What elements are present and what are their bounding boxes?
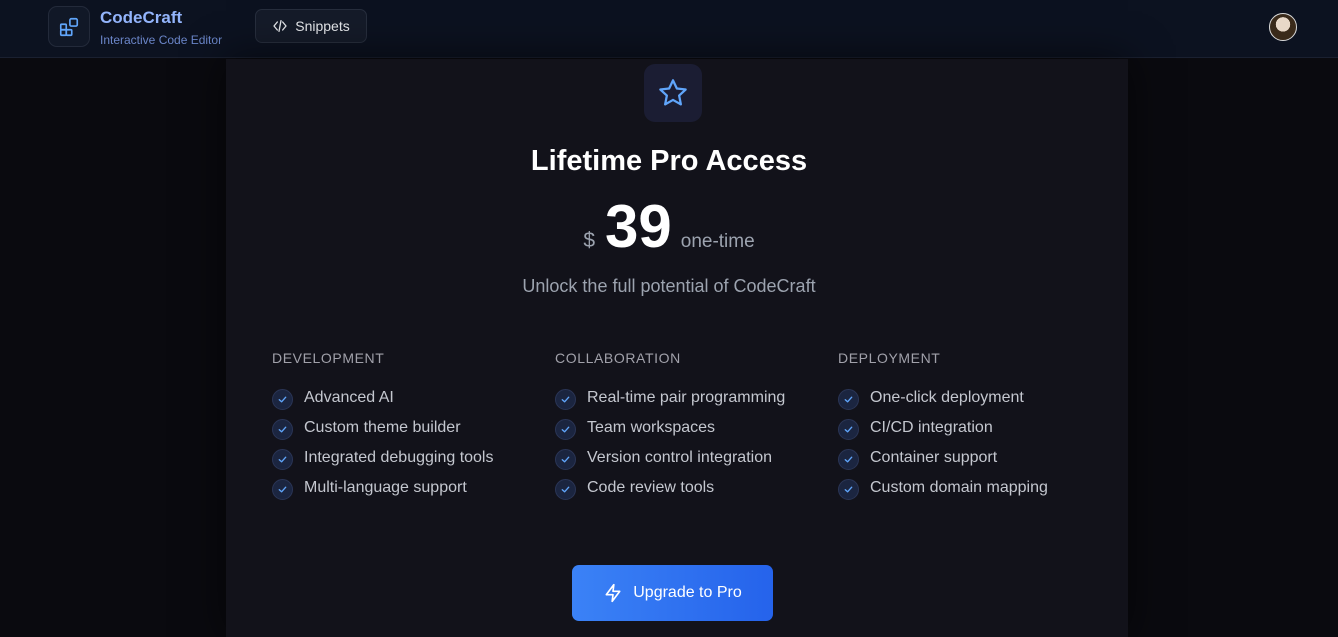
feature-label: Code review tools xyxy=(587,479,715,496)
upgrade-label: Upgrade to Pro xyxy=(633,584,742,601)
plan-title: Lifetime Pro Access xyxy=(530,145,808,177)
brand-name: CodeCraft xyxy=(100,8,183,27)
column-heading: DEVELOPMENT xyxy=(272,350,385,366)
code-icon xyxy=(273,20,287,32)
check-icon xyxy=(555,389,576,410)
feature-item: Multi-language support xyxy=(272,470,542,506)
feature-column-collaboration: COLLABORATION Real-time pair programming… xyxy=(555,350,825,506)
check-icon xyxy=(272,389,293,410)
check-icon xyxy=(838,419,859,440)
snippets-label: Snippets xyxy=(295,18,350,34)
feature-label: One-click deployment xyxy=(870,389,1024,406)
check-icon xyxy=(838,479,859,500)
feature-label: Advanced AI xyxy=(304,389,394,406)
logo[interactable] xyxy=(48,6,90,47)
check-icon xyxy=(838,389,859,410)
feature-label: Version control integration xyxy=(587,449,772,466)
snippets-button[interactable]: Snippets xyxy=(255,9,367,43)
price-currency: $ xyxy=(583,229,595,252)
layout-grid-icon xyxy=(59,17,79,36)
check-icon xyxy=(272,479,293,500)
price-unit: one-time xyxy=(680,231,755,252)
feature-column-deployment: DEPLOYMENT One-click deployment CI/CD in… xyxy=(838,350,1108,506)
feature-label: CI/CD integration xyxy=(870,419,993,436)
column-heading: DEPLOYMENT xyxy=(838,350,941,366)
upgrade-button[interactable]: Upgrade to Pro xyxy=(572,565,773,621)
user-avatar[interactable] xyxy=(1269,13,1297,41)
feature-item: Custom domain mapping xyxy=(838,470,1108,506)
plan-icon-box xyxy=(644,64,702,122)
zap-icon xyxy=(605,583,621,603)
check-icon xyxy=(555,449,576,470)
check-icon xyxy=(272,449,293,470)
feature-label: Team workspaces xyxy=(587,419,716,436)
feature-label: Integrated debugging tools xyxy=(304,449,494,466)
price-amount: 39 xyxy=(605,193,672,260)
feature-label: Container support xyxy=(870,449,998,466)
feature-label: Multi-language support xyxy=(304,479,467,496)
feature-column-development: DEVELOPMENT Advanced AI Custom theme bui… xyxy=(272,350,542,506)
check-icon xyxy=(555,419,576,440)
feature-label: Real-time pair programming xyxy=(587,389,786,406)
brand-subtitle: Interactive Code Editor xyxy=(100,33,223,47)
plan-subtitle: Unlock the full potential of CodeCraft xyxy=(522,276,816,296)
check-icon xyxy=(272,419,293,440)
check-icon xyxy=(555,479,576,500)
price: $ 39 one-time xyxy=(0,192,1338,261)
column-heading: COLLABORATION xyxy=(555,350,681,366)
check-icon xyxy=(838,449,859,470)
feature-label: Custom domain mapping xyxy=(870,479,1048,496)
feature-item: Code review tools xyxy=(555,470,825,506)
star-icon xyxy=(659,79,687,106)
feature-label: Custom theme builder xyxy=(304,419,461,436)
top-navbar: CodeCraft Interactive Code Editor Snippe… xyxy=(0,0,1338,58)
